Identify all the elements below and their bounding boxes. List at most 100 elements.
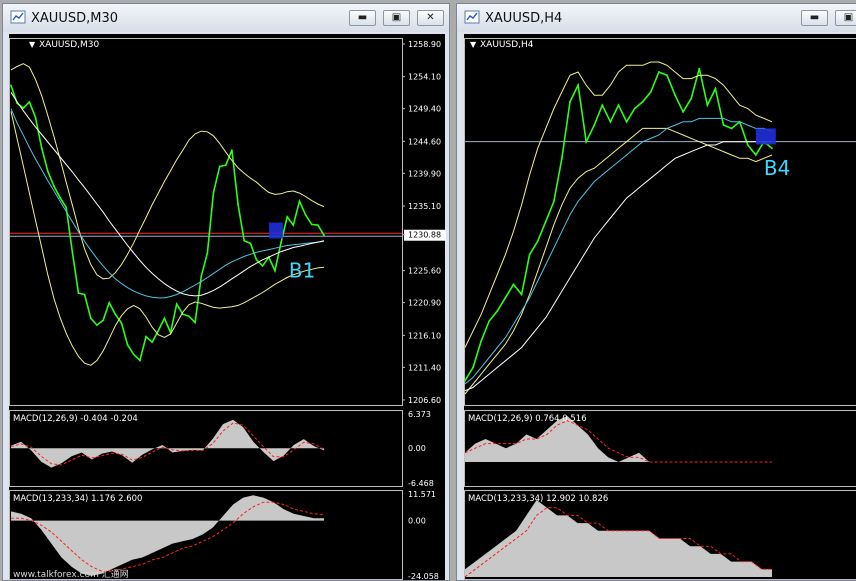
macd-pane-2[interactable]: MACD(13,233,34) 1.176 2.600 [11, 494, 325, 576]
close-button[interactable]: ✕ [417, 10, 444, 26]
macd-axis-label: 11.571 [408, 490, 436, 499]
chart-canvas[interactable]: ▼ XAUUSD,M30 B1 1258.90 1254.10 1249.40 1244.6… [9, 34, 447, 580]
price-point [114, 313, 117, 316]
price-point [609, 120, 612, 123]
main-price-pane[interactable]: ▼ XAUUSD,H4 B4 [464, 40, 856, 395]
price-point [34, 116, 37, 119]
macd-pane-2[interactable]: MACD(13,233,34) 12.902 10.826 [464, 494, 772, 578]
price-point [480, 340, 483, 342]
price-point [65, 206, 68, 209]
price-point [163, 317, 166, 320]
price-point [698, 67, 701, 70]
price-point [237, 203, 240, 206]
main-price-pane[interactable]: ▼ XAUUSD,M30 B1 [10, 40, 402, 366]
maximize-button[interactable]: ▣ [835, 10, 856, 26]
series-ma-3 [464, 117, 773, 385]
price-point [188, 315, 190, 318]
chart-window-xauusd-h4[interactable]: XAUUSD,H4 ▬ ▣ ▼ XAUUSD,H4 B4 MACD(12,26,9) … [456, 3, 856, 581]
price-point [601, 104, 604, 107]
price-point [200, 275, 203, 277]
price-point [298, 200, 301, 203]
signal-tag: B4 [764, 156, 790, 180]
price-point [255, 258, 258, 261]
price-point [151, 341, 154, 343]
price-point [96, 324, 98, 326]
price-point [175, 303, 178, 305]
price-point [714, 87, 717, 90]
price-point [280, 241, 282, 244]
price-point [261, 265, 264, 267]
price-point [212, 191, 215, 194]
price-point [120, 322, 123, 324]
price-point [10, 84, 12, 87]
window-title: XAUUSD,M30 [31, 11, 118, 26]
minimize-button[interactable]: ▬ [349, 10, 376, 26]
chart-area[interactable]: ▼ XAUUSD,H4 B4 MACD(12,26,9) 0.764 0.516 MAC… [464, 34, 856, 580]
window-title: XAUUSD,H4 [485, 11, 563, 26]
price-point [206, 252, 209, 254]
macd-label: MACD(13,233,34) 12.902 10.826 [468, 494, 608, 504]
chart-menu-triangle: ▼ [470, 40, 477, 49]
minimize-button[interactable]: ▬ [801, 10, 828, 26]
price-point [577, 84, 579, 87]
chart-area[interactable]: ▼ XAUUSD,M30 B1 1258.90 1254.10 1249.40 1244.6… [9, 34, 447, 580]
macd-histogram [11, 419, 324, 468]
price-point [317, 224, 319, 227]
macd-pane-1[interactable]: MACD(12,26,9) -0.404 -0.204 [10, 414, 325, 468]
price-point [108, 301, 111, 304]
price-point [520, 293, 523, 296]
price-axis-label: 1254.10 [408, 73, 441, 82]
price-point [528, 253, 531, 256]
price-point [553, 200, 555, 203]
price-point [243, 239, 246, 242]
macd-axis-label: -6.468 [408, 479, 434, 488]
price-point [730, 127, 733, 130]
price-point [625, 120, 628, 123]
price-point [22, 107, 25, 109]
macd-pane-1[interactable]: MACD(12,26,9) 0.764 0.516 [464, 414, 772, 463]
signal-tag: B1 [289, 258, 315, 282]
price-point [504, 296, 507, 299]
price-point [310, 223, 313, 226]
price-point [194, 321, 197, 324]
macd-histogram [465, 500, 772, 577]
window-titlebar[interactable]: XAUUSD,H4 ▬ ▣ [457, 4, 856, 32]
price-point [488, 320, 491, 322]
signal-marker [268, 222, 283, 239]
window-titlebar[interactable]: XAUUSD,M30 ▬ ▣ ✕ [3, 4, 449, 32]
price-axis-label: 1249.40 [408, 105, 441, 114]
price-point [77, 292, 80, 294]
price-point [145, 335, 147, 338]
price-point [218, 165, 221, 168]
price-point [274, 269, 276, 272]
price-point [46, 170, 49, 173]
price-axis-label: 1244.60 [408, 137, 441, 146]
signal-marker [755, 128, 776, 145]
price-point [585, 140, 588, 143]
macd-axis-label: 0.00 [408, 444, 426, 453]
chart-canvas[interactable]: ▼ XAUUSD,H4 B4 MACD(12,26,9) 0.764 0.516 MAC… [464, 34, 856, 580]
price-axis-label: 1216.10 [408, 331, 441, 340]
macd-label: MACD(12,26,9) 0.764 0.516 [468, 414, 587, 424]
macd-label: MACD(13,233,34) 1.176 2.600 [13, 494, 142, 504]
price-axis-label: 1220.90 [408, 299, 441, 308]
maximize-button[interactable]: ▣ [383, 10, 410, 26]
price-axis-label: 1235.10 [408, 202, 441, 211]
pane-border [464, 38, 856, 406]
chart-window-xauusd-m30[interactable]: XAUUSD,M30 ▬ ▣ ✕ ▼ XAUUSD,M30 B1 1258.90 125… [2, 3, 450, 581]
watermark: www.talkforex.com 汇通网 [13, 569, 129, 580]
price-point [89, 317, 92, 320]
price-axis-label: 1225.60 [408, 267, 441, 276]
price-point [83, 293, 86, 296]
price-point [666, 74, 668, 77]
price-point [323, 234, 325, 237]
series-ma-3 [10, 108, 325, 299]
price-point [292, 224, 295, 227]
price-point [132, 353, 135, 356]
price-point [633, 107, 636, 110]
price-point [617, 104, 620, 107]
series-ma-4 [464, 141, 772, 392]
chart-window-icon [464, 10, 480, 24]
price-point [512, 283, 515, 286]
macd-axis-label: 6.373 [408, 410, 431, 419]
